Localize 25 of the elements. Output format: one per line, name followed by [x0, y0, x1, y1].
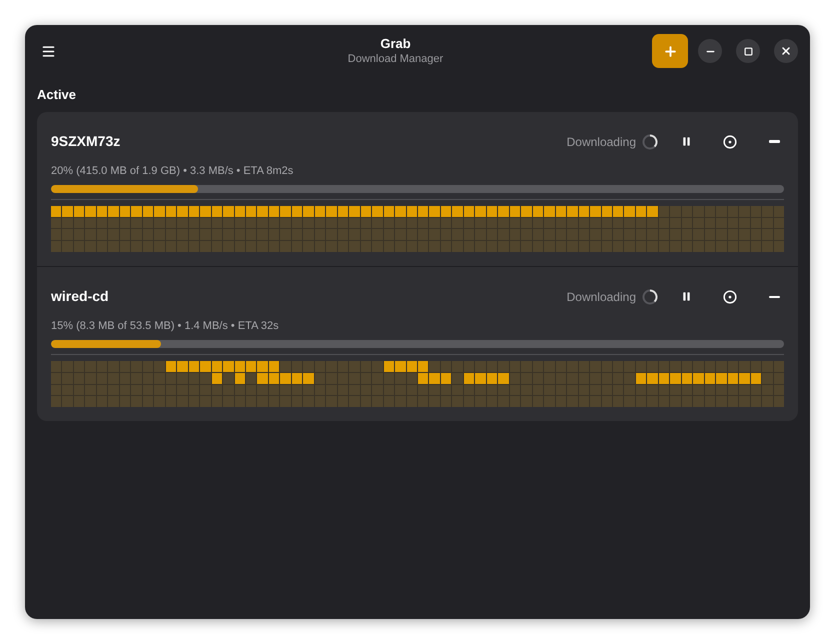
minimize-button[interactable] [698, 39, 722, 63]
circle-dot-icon [723, 134, 737, 148]
spinner-icon [642, 288, 658, 305]
window-title: Grab [380, 35, 411, 52]
menu-icon [40, 44, 56, 58]
spinner-icon [642, 134, 658, 150]
window-subtitle: Download Manager [348, 52, 444, 67]
pause-icon [680, 291, 692, 302]
download-name: 9SZXM73z [51, 132, 120, 151]
close-button[interactable] [774, 39, 798, 63]
minus-icon [768, 296, 780, 298]
circle-dot-icon [723, 290, 737, 304]
status-label: Downloading [566, 288, 636, 306]
maximize-icon [744, 46, 752, 56]
add-button[interactable] [652, 34, 688, 68]
progress-text: 20% (415.0 MB of 1.9 GB) • 3.3 MB/s • ETA 8m2s [51, 164, 294, 178]
status-label: Downloading [566, 134, 636, 150]
pause-icon [680, 136, 692, 147]
download-name: wired-cd [51, 287, 109, 306]
minus-icon [768, 140, 780, 143]
plus-icon [662, 44, 678, 58]
progress-text: 15% (8.3 MB of 53.5 MB) • 1.4 MB/s • ETA 32s [51, 318, 280, 334]
section-title: Active [37, 86, 78, 104]
close-icon [780, 45, 792, 57]
maximize-button[interactable] [736, 39, 760, 63]
